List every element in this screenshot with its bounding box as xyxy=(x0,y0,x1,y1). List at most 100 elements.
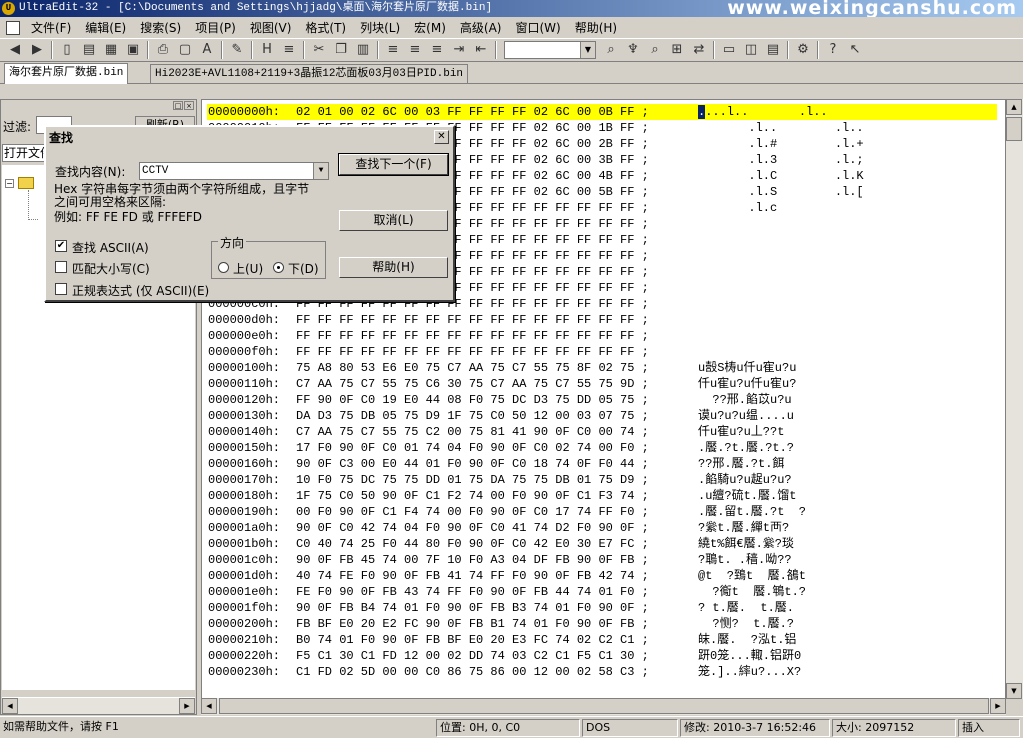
ascii-text[interactable]: ?鵆t 饜.鵇t.? xyxy=(698,584,806,600)
hex-row[interactable]: 00000120h: FF 90 0F C0 19 E0 44 08 F0 75 … xyxy=(207,392,997,408)
hex-row[interactable]: 000001e0h: FE F0 90 0F FB 43 74 FF F0 90 … xyxy=(207,584,997,600)
spell-icon[interactable]: ✎ xyxy=(226,40,248,60)
menu-item[interactable]: 搜索(S) xyxy=(133,18,188,38)
indent-icon[interactable]: ⇥ xyxy=(448,40,470,60)
scroll-up-icon[interactable]: ▲ xyxy=(1006,99,1022,115)
hex-row[interactable]: 00000000h: 02 01 00 02 6C 00 03 FF FF FF … xyxy=(207,104,997,120)
hex-offset[interactable]: 000000d0h: xyxy=(208,312,280,328)
hex-bytes[interactable]: 40 74 FE F0 90 0F FB 41 74 FF F0 90 0F F… xyxy=(296,568,649,584)
hex-row[interactable]: 000001d0h: 40 74 FE F0 90 0F FB 41 74 FF … xyxy=(207,568,997,584)
back-icon[interactable]: ◀ xyxy=(4,40,26,60)
hex-offset[interactable]: 00000180h: xyxy=(208,488,280,504)
scroll-down-icon[interactable]: ▼ xyxy=(1006,683,1022,699)
hex-bytes[interactable]: C7 AA 75 C7 55 75 C6 30 75 C7 AA 75 C7 5… xyxy=(296,376,649,392)
ascii-text[interactable]: .餡騎u?u趗u?u? xyxy=(698,472,792,488)
print-preview-icon[interactable]: ▢ xyxy=(174,40,196,60)
tree-expand-icon[interactable]: − xyxy=(5,179,14,188)
word-wrap-icon[interactable]: ≡ xyxy=(278,40,300,60)
ascii-text[interactable]: .饜.留t.饜.?t ? xyxy=(698,504,806,520)
scroll-right-icon[interactable]: ▶ xyxy=(990,698,1006,714)
hex-offset[interactable]: 00000100h: xyxy=(208,360,280,376)
menu-item[interactable]: 文件(F) xyxy=(24,18,78,38)
copy-icon[interactable]: ❐ xyxy=(330,40,352,60)
hex-row[interactable]: 000001a0h: 90 0F C0 42 74 04 F0 90 0F C0 … xyxy=(207,520,997,536)
hex-bytes[interactable]: 00 F0 90 0F C1 F4 74 00 F0 90 0F C0 17 7… xyxy=(296,504,649,520)
hex-offset[interactable]: 00000220h: xyxy=(208,648,280,664)
chevron-down-icon[interactable]: ▼ xyxy=(580,42,595,58)
paste-icon[interactable]: ▥ xyxy=(352,40,374,60)
ascii-text[interactable]: .饜.?t.饜.?t.? xyxy=(698,440,794,456)
hex-row[interactable]: 00000100h: 75 A8 80 53 E6 E0 75 C7 AA 75 … xyxy=(207,360,997,376)
open-folder-icon[interactable]: ▤ xyxy=(78,40,100,60)
ascii-text[interactable]: ??邢.餡苡u?u xyxy=(698,392,791,408)
hex-offset[interactable]: 000000f0h: xyxy=(208,344,280,360)
hex-offset[interactable]: 00000110h: xyxy=(208,376,280,392)
tab-file-2[interactable]: Hi2023E+AVL1108+2119+3晶振12芯面板03月03日PID.b… xyxy=(150,64,469,83)
hex-offset[interactable]: 000001d0h: xyxy=(208,568,280,584)
hex-bytes[interactable]: 90 0F FB B4 74 01 F0 90 0F FB B3 74 01 F… xyxy=(296,600,649,616)
scroll-left-icon[interactable]: ◀ xyxy=(2,698,18,714)
hex-bytes[interactable]: 90 0F C0 42 74 04 F0 90 0F C0 41 74 D2 F… xyxy=(296,520,649,536)
hex-bytes[interactable]: 17 F0 90 0F C0 01 74 04 F0 90 0F C0 02 7… xyxy=(296,440,649,456)
document-icon[interactable] xyxy=(6,21,20,35)
hex-row[interactable]: 000001f0h: 90 0F FB B4 74 01 F0 90 0F FB … xyxy=(207,600,997,616)
ascii-text[interactable]: .l.c xyxy=(698,200,777,216)
align-left-icon[interactable]: ≡ xyxy=(382,40,404,60)
ascii-text[interactable]: .l.. .l.. xyxy=(698,120,863,136)
menu-item[interactable]: 视图(V) xyxy=(243,18,299,38)
hex-offset[interactable]: 00000130h: xyxy=(208,408,280,424)
hex-bytes[interactable]: C0 40 74 25 F0 44 80 F0 90 0F C0 42 E0 3… xyxy=(296,536,649,552)
ascii-text[interactable]: .u繵?硫t.饜.馏t xyxy=(698,488,796,504)
menu-item[interactable]: 高级(A) xyxy=(453,18,509,38)
hex-bytes[interactable]: FF FF FF FF FF FF FF FF FF FF FF FF FF F… xyxy=(296,312,649,328)
hex-bytes[interactable]: DA D3 75 DB 05 75 D9 1F 75 C0 50 12 00 0… xyxy=(296,408,649,424)
hex-bytes[interactable]: FB BF E0 20 E2 FC 90 0F FB B1 74 01 F0 9… xyxy=(296,616,649,632)
replace-icon[interactable]: ⇄ xyxy=(688,40,710,60)
hex-bytes[interactable]: 90 0F FB 45 74 00 7F 10 F0 A3 04 DF FB 9… xyxy=(296,552,649,568)
hex-bytes[interactable]: FF FF FF FF FF FF FF FF FF FF FF FF FF F… xyxy=(296,344,649,360)
hex-offset[interactable]: 000001e0h: xyxy=(208,584,280,600)
menu-item[interactable]: 编辑(E) xyxy=(78,18,133,38)
hex-bytes[interactable]: FE F0 90 0F FB 43 74 FF F0 90 0F FB 44 7… xyxy=(296,584,649,600)
hex-offset[interactable]: 000001f0h: xyxy=(208,600,280,616)
hex-offset[interactable]: 00000210h: xyxy=(208,632,280,648)
hex-row[interactable]: 00000190h: 00 F0 90 0F C1 F4 74 00 F0 90 … xyxy=(207,504,997,520)
horizontal-scrollbar[interactable]: ◀ ▶ xyxy=(201,698,1006,715)
hex-offset[interactable]: 000001c0h: xyxy=(208,552,280,568)
hex-bytes[interactable]: C7 AA 75 C7 55 75 C2 00 75 81 41 90 0F C… xyxy=(296,424,649,440)
vertical-scrollbar[interactable]: ▲ ▼ xyxy=(1006,99,1023,699)
hex-row[interactable]: 00000140h: C7 AA 75 C7 55 75 C2 00 75 81 … xyxy=(207,424,997,440)
window3-icon[interactable]: ▤ xyxy=(762,40,784,60)
ascii-text[interactable]: ?恻? t.饜.? xyxy=(698,616,794,632)
ascii-text[interactable]: 谟u?u?u缊....u xyxy=(698,408,794,424)
folder-icon[interactable] xyxy=(18,177,34,189)
tab-file-1[interactable]: 海尔套片原厂数据.bin xyxy=(4,63,129,84)
hex-offset[interactable]: 00000160h: xyxy=(208,456,280,472)
menu-item[interactable]: 项目(P) xyxy=(188,18,243,38)
hex-offset[interactable]: 00000170h: xyxy=(208,472,280,488)
scroll-right-icon[interactable]: ▶ xyxy=(179,698,195,714)
ascii-text[interactable]: 繞t%餌€饜.繠?琰 xyxy=(698,536,794,552)
ascii-text[interactable]: .l.# .l.+ xyxy=(698,136,863,152)
hex-bytes[interactable]: C1 FD 02 5D 00 00 C0 86 75 86 00 12 00 0… xyxy=(296,664,649,680)
find-in-files-icon[interactable]: ⊞ xyxy=(666,40,688,60)
ascii-text[interactable]: 皌.饜. ?泓t.铝 xyxy=(698,632,796,648)
hex-offset[interactable]: 00000150h: xyxy=(208,440,280,456)
ascii-text[interactable]: ?繠t.饜.繟t襾? xyxy=(698,520,789,536)
help-button[interactable]: 帮助(H) xyxy=(339,257,448,278)
window1-icon[interactable]: ▭ xyxy=(718,40,740,60)
print-icon[interactable]: ⎙ xyxy=(152,40,174,60)
menu-item[interactable]: 格式(T) xyxy=(298,18,353,38)
hex-mode-icon[interactable]: H xyxy=(256,40,278,60)
hex-offset[interactable]: 00000140h: xyxy=(208,424,280,440)
window2-icon[interactable]: ◫ xyxy=(740,40,762,60)
ascii-text[interactable]: .l.S .l.[ xyxy=(698,184,863,200)
hex-bytes[interactable]: FF FF FF FF FF FF FF FF FF FF FF FF FF F… xyxy=(296,328,649,344)
ascii-text[interactable]: u嗀S梼u仟u寉u?u xyxy=(698,360,796,376)
hex-row[interactable]: 00000210h: B0 74 01 F0 90 0F FB BF E0 20 … xyxy=(207,632,997,648)
hex-offset[interactable]: 00000230h: xyxy=(208,664,280,680)
cut-icon[interactable]: ✂ xyxy=(308,40,330,60)
ascii-text[interactable]: @t ?鵄t 饜.鵅t xyxy=(698,568,806,584)
save-icon[interactable]: ▣ xyxy=(122,40,144,60)
hex-offset[interactable]: 00000000h: xyxy=(208,104,280,120)
